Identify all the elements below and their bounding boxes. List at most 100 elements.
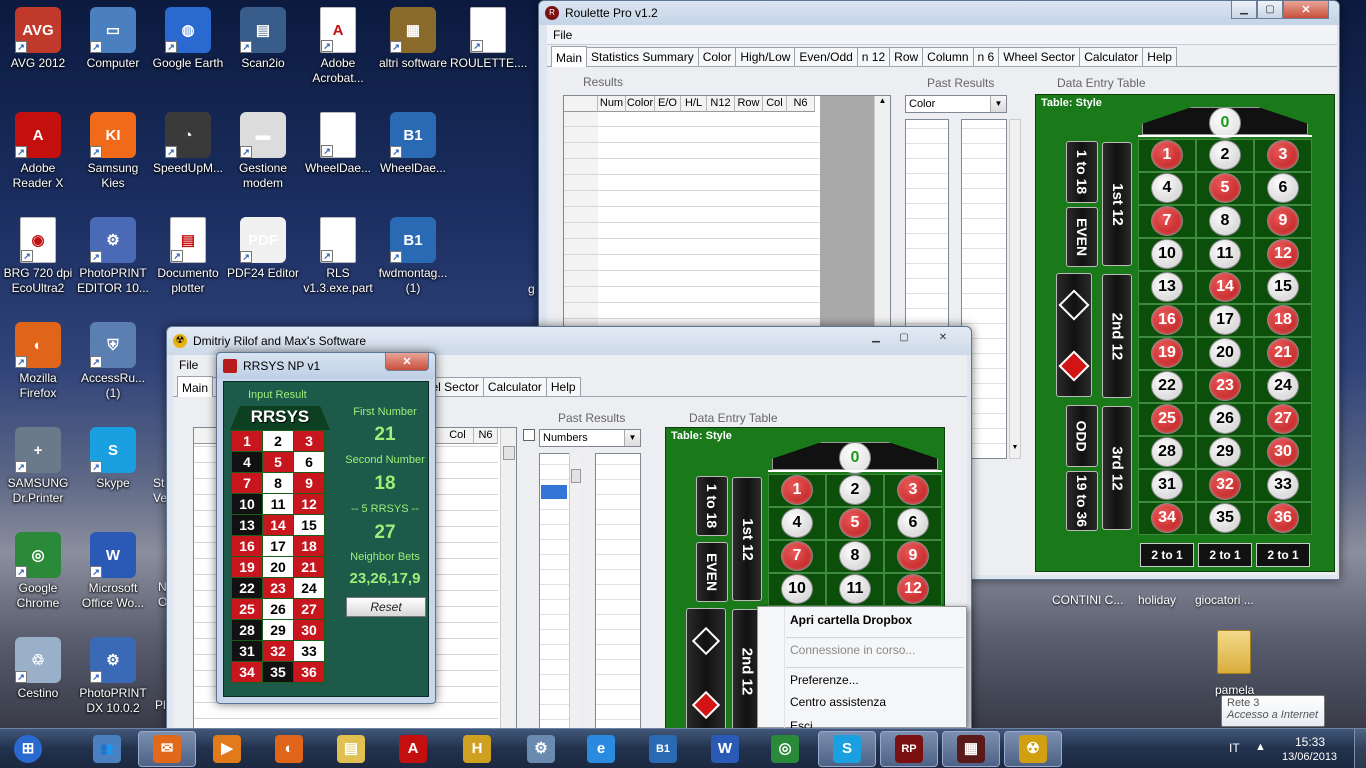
rrsys-number-14[interactable]: 14 [262, 514, 294, 536]
color-bet-button[interactable] [686, 608, 726, 738]
taskbar-ie[interactable]: e [572, 731, 630, 767]
minimize-button[interactable]: ▁ [863, 327, 889, 347]
rrsys-number-21[interactable]: 21 [293, 556, 325, 578]
rrsys-number-6[interactable]: 6 [293, 451, 325, 473]
tab-row[interactable]: Row [889, 47, 924, 66]
rrsys-number-18[interactable]: 18 [293, 535, 325, 557]
desktop-icon[interactable]: ↗ RLS v1.3.exe.part [300, 214, 376, 314]
desktop-icon[interactable]: ↗ WheelDae... [300, 109, 376, 209]
number-8[interactable]: 8 [839, 540, 871, 571]
rrsys-number-9[interactable]: 9 [293, 472, 325, 494]
rrsys-number-8[interactable]: 8 [262, 472, 294, 494]
desktop-icon[interactable]: A ↗ Adobe Reader X [0, 109, 76, 209]
taskbar-acrobat[interactable]: A [384, 731, 442, 767]
number-20[interactable]: 20 [1209, 337, 1241, 368]
desktop-icon[interactable]: A ↗ Adobe Acrobat... [300, 4, 376, 104]
rrsys-number-24[interactable]: 24 [293, 577, 325, 599]
desktop-icon[interactable]: ▦ ↗ altri software [375, 4, 451, 104]
side-bet-button[interactable]: 1 to 18 [1066, 141, 1098, 203]
number-35[interactable]: 35 [1209, 502, 1241, 533]
desktop-icon[interactable]: ◎ ↗ Google Chrome [0, 529, 76, 629]
rrsys-number-5[interactable]: 5 [262, 451, 294, 473]
rrsys-number-29[interactable]: 29 [262, 619, 294, 641]
desktop-icon[interactable]: ▤ ↗ Scan2io [225, 4, 301, 104]
close-button[interactable]: ✕ [385, 353, 429, 371]
menu-file[interactable]: File [553, 28, 572, 42]
rrsys-number-16[interactable]: 16 [231, 535, 263, 557]
tab-help[interactable]: Help [1142, 47, 1177, 66]
number-32[interactable]: 32 [1209, 469, 1241, 500]
column-bet-button[interactable]: 2 to 1 [1256, 543, 1310, 567]
taskbar-mail[interactable]: ✉ [138, 731, 196, 767]
dozen-button[interactable]: 2nd 12 [1102, 274, 1132, 398]
rrsys-number-34[interactable]: 34 [231, 661, 263, 683]
tab-statistics-summary[interactable]: Statistics Summary [586, 47, 699, 66]
rrsys-number-17[interactable]: 17 [262, 535, 294, 557]
tab-help[interactable]: Help [545, 377, 581, 396]
column-bet-button[interactable]: 2 to 1 [1140, 543, 1194, 567]
system-tray[interactable]: ▲ [1255, 741, 1275, 755]
side-bet-button[interactable]: ODD [1066, 405, 1098, 467]
number-27[interactable]: 27 [1267, 403, 1299, 434]
rrsys-number-13[interactable]: 13 [231, 514, 263, 536]
number-22[interactable]: 22 [1151, 370, 1183, 401]
red-diamond-icon[interactable] [1058, 349, 1090, 382]
tab-color[interactable]: Color [697, 47, 737, 66]
number-17[interactable]: 17 [1209, 304, 1241, 335]
desktop-icon-label[interactable]: CONTINI C... [1052, 593, 1123, 607]
number-36[interactable]: 36 [1267, 502, 1299, 533]
taskbar-word[interactable]: W [696, 731, 754, 767]
number-19[interactable]: 19 [1151, 337, 1183, 368]
rrsys-number-31[interactable]: 31 [231, 640, 263, 662]
rrsys-number-30[interactable]: 30 [293, 619, 325, 641]
number-10[interactable]: 10 [1151, 238, 1183, 269]
desktop-icon[interactable]: S ↗ Skype [75, 424, 151, 524]
tab-even-odd[interactable]: Even/Odd [794, 47, 858, 66]
desktop-icon[interactable]: B1 ↗ WheelDae... [375, 109, 451, 209]
number-25[interactable]: 25 [1151, 403, 1183, 434]
rrsys-number-3[interactable]: 3 [293, 430, 325, 452]
tab-column[interactable]: Column [922, 47, 974, 66]
show-desktop-button[interactable] [1354, 729, 1366, 768]
column-header[interactable]: Color [626, 96, 655, 112]
number-12[interactable]: 12 [897, 573, 929, 604]
desktop-icon[interactable]: PDF ↗ PDF24 Editor [225, 214, 301, 314]
number-8[interactable]: 8 [1209, 205, 1241, 236]
column-header[interactable]: Num [598, 96, 626, 112]
taskbar-roulettepro[interactable]: RP [880, 731, 938, 767]
number-16[interactable]: 16 [1151, 304, 1183, 335]
rrsys-number-27[interactable]: 27 [293, 598, 325, 620]
number-33[interactable]: 33 [1267, 469, 1299, 500]
language-indicator[interactable]: IT [1229, 741, 1240, 755]
rrsys-number-25[interactable]: 25 [231, 598, 263, 620]
rrsys-number-19[interactable]: 19 [231, 556, 263, 578]
past-results-list-2[interactable] [595, 453, 641, 735]
taskbar-media[interactable]: ▶ [198, 731, 256, 767]
column-bet-button[interactable]: 2 to 1 [1198, 543, 1252, 567]
dozen-button[interactable]: 3rd 12 [1102, 406, 1132, 530]
taskbar-photoprint[interactable]: ⚙ [512, 731, 570, 767]
rrsys-number-11[interactable]: 11 [262, 493, 294, 515]
desktop-icon[interactable]: ▭ ↗ Computer [75, 4, 151, 104]
past-results-checkbox[interactable] [523, 429, 535, 441]
rrsys-number-35[interactable]: 35 [262, 661, 294, 683]
number-28[interactable]: 28 [1151, 436, 1183, 467]
number-34[interactable]: 34 [1151, 502, 1183, 533]
taskbar-skype[interactable]: S [818, 731, 876, 767]
number-1[interactable]: 1 [1151, 139, 1183, 170]
desktop-icon[interactable]: ▤ ↗ Documento plotter [150, 214, 226, 314]
number-21[interactable]: 21 [1267, 337, 1299, 368]
side-bet-button[interactable]: 19 to 36 [1066, 471, 1098, 531]
start-button[interactable]: ⊞ [6, 731, 50, 767]
rrsys-number-12[interactable]: 12 [293, 493, 325, 515]
tab-main[interactable]: Main [551, 46, 588, 67]
number-9[interactable]: 9 [897, 540, 929, 571]
taskbar-network[interactable]: 👥 [78, 731, 136, 767]
number-31[interactable]: 31 [1151, 469, 1183, 500]
desktop-icon[interactable]: ◍ ↗ Google Earth [150, 4, 226, 104]
rrsys-number-22[interactable]: 22 [231, 577, 263, 599]
desktop-icon[interactable]: + ↗ SAMSUNG Dr.Printer [0, 424, 76, 524]
rrsys-number-4[interactable]: 4 [231, 451, 263, 473]
folder-icon[interactable] [1217, 630, 1251, 674]
desktop-icon[interactable]: ♲ ↗ Cestino [0, 634, 76, 734]
